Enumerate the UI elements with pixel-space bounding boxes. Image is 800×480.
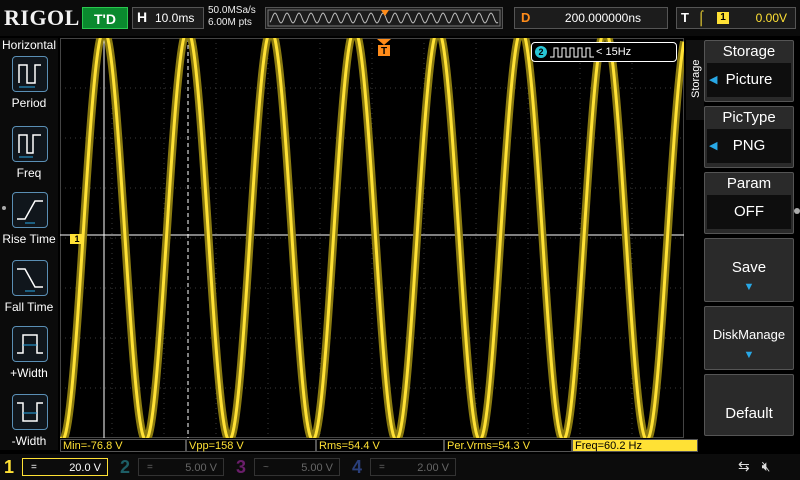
memory-depth: 6.00M pts — [208, 17, 252, 28]
menu-item-fall-time[interactable]: Fall Time — [0, 260, 58, 326]
svg-text:T: T — [381, 46, 387, 57]
measurement-vpp[interactable]: Vpp=158 V — [186, 439, 316, 452]
menu-item-label: +Width — [10, 366, 48, 380]
param-title: Param — [726, 175, 772, 192]
channel-2-scale: 5.00 V — [185, 462, 217, 474]
ch1-offset-marker[interactable]: 1 — [70, 234, 84, 244]
channel-1-settings: = 20.0 V — [22, 458, 108, 476]
horizontal-label: H — [137, 9, 148, 25]
param-selector[interactable]: Param OFF — [704, 172, 794, 234]
left-menu-title: Horizontal — [1, 38, 57, 52]
coupling-icon: = — [147, 462, 153, 473]
sample-rate: 50.0MSa/s — [208, 5, 256, 16]
pulse-train-icon — [550, 47, 594, 58]
channel-3-tab[interactable]: 3 ~ 5.00 V — [232, 455, 344, 479]
menu-item-label: -Width — [11, 434, 47, 448]
memory-overview-bar[interactable] — [265, 7, 503, 29]
trigger-indicator[interactable]: T ⌠ 1 0.00V — [676, 7, 796, 29]
ch2-badge: 2 — [535, 46, 547, 58]
ch2-frequency-counter: 2 < 15Hz — [531, 42, 677, 62]
menu-item-label: Fall Time — [4, 300, 54, 314]
channel-3-number: 3 — [236, 457, 247, 477]
ch2-counter-text: < 15Hz — [596, 46, 632, 58]
trigger-level: 0.00V — [755, 11, 787, 25]
channel-1-tab[interactable]: 1 = 20.0 V — [0, 455, 112, 479]
chevron-down-icon: ▼ — [743, 349, 755, 361]
storage-tab-label: Storage — [690, 59, 702, 98]
waveform-display[interactable] — [60, 38, 684, 438]
default-button[interactable]: Default — [704, 374, 794, 436]
negative-width-icon — [12, 394, 48, 430]
disk-manage-button[interactable]: DiskManage ▼ — [704, 306, 794, 370]
frequency-icon — [12, 126, 48, 162]
storage-tab[interactable]: Storage — [686, 40, 704, 120]
rising-edge-icon: ⌠ — [697, 9, 706, 25]
menu-item-period[interactable]: Period — [0, 56, 58, 122]
coupling-icon: = — [31, 462, 37, 473]
channel-3-settings: ~ 5.00 V — [254, 458, 340, 476]
menu-item-label: Rise Time — [2, 232, 56, 246]
coupling-icon: = — [379, 462, 385, 473]
horizontal-timebase-indicator[interactable]: H 10.0ms — [132, 7, 204, 29]
channel-4-tab[interactable]: 4 = 2.00 V — [348, 455, 460, 479]
storage-value: Picture — [707, 63, 791, 97]
delay-label: D — [521, 10, 531, 25]
channel-4-scale: 2.00 V — [417, 462, 449, 474]
left-arrow-icon: ◀ — [709, 140, 718, 152]
timebase-value: 10.0ms — [155, 11, 195, 25]
fall-time-icon — [12, 260, 48, 296]
positive-width-icon — [12, 326, 48, 362]
chevron-down-icon: ▼ — [743, 281, 755, 293]
menu-item-label: Period — [11, 96, 47, 110]
page-indicator-dot — [794, 208, 800, 214]
save-label: Save — [731, 259, 767, 276]
speaker-muted-icon[interactable]: 🔇︎ — [762, 458, 771, 474]
channel-2-number: 2 — [120, 457, 131, 477]
pictype-value: PNG — [707, 129, 791, 163]
menu-item-positive-width[interactable]: +Width — [0, 326, 58, 392]
measurement-min[interactable]: Min=-76.8 V — [60, 439, 186, 452]
measurement-rms[interactable]: Rms=54.4 V — [316, 439, 444, 452]
channel-3-scale: 5.00 V — [301, 462, 333, 474]
measurement-bar: Min=-76.8 V Vpp=158 V Rms=54.4 V Per.Vrm… — [60, 439, 700, 453]
param-value: OFF — [707, 195, 791, 229]
waveform-grid — [60, 38, 684, 438]
save-button[interactable]: Save ▼ — [704, 238, 794, 302]
run-status-badge[interactable]: T'D — [82, 7, 128, 29]
channel-1-scale: 20.0 V — [69, 462, 101, 474]
channel-4-settings: = 2.00 V — [370, 458, 456, 476]
menu-item-label: Freq — [16, 166, 42, 180]
period-icon — [12, 56, 48, 92]
memory-waveform-preview — [267, 9, 501, 27]
usb-icon: ⇆ — [738, 458, 750, 474]
storage-selector[interactable]: Storage Picture ◀ — [704, 40, 794, 102]
rise-time-icon — [12, 192, 48, 228]
menu-item-negative-width[interactable]: -Width — [0, 394, 58, 460]
channel-2-tab[interactable]: 2 = 5.00 V — [116, 455, 228, 479]
brand-logo: RIGOL — [4, 5, 80, 30]
coupling-icon: ~ — [263, 462, 269, 473]
trigger-source-badge: 1 — [717, 12, 729, 24]
pictype-title: PicType — [722, 109, 776, 126]
page-indicator-dot — [2, 206, 6, 210]
menu-item-rise-time[interactable]: Rise Time — [0, 192, 58, 258]
storage-title: Storage — [722, 43, 776, 60]
acquisition-info: 50.0MSa/s 6.00M pts — [208, 5, 264, 29]
default-label: Default — [725, 405, 773, 422]
trigger-label: T — [681, 10, 689, 25]
trigger-position-marker[interactable]: T — [376, 39, 392, 62]
delay-indicator[interactable]: D 200.000000ns — [514, 7, 668, 29]
measurement-freq[interactable]: Freq=60.2 Hz — [572, 439, 698, 452]
delay-value: 200.000000ns — [564, 11, 641, 25]
channel-4-number: 4 — [352, 457, 363, 477]
status-icons: ⇆ 🔇︎ — [738, 458, 798, 478]
left-arrow-icon: ◀ — [709, 74, 718, 86]
channel-1-number: 1 — [4, 457, 15, 477]
menu-item-freq[interactable]: Freq — [0, 126, 58, 192]
pictype-selector[interactable]: PicType PNG ◀ — [704, 106, 794, 168]
measurement-per-vrms[interactable]: Per.Vrms=54.3 V — [444, 439, 572, 452]
disk-manage-label: DiskManage — [712, 327, 786, 342]
channel-2-settings: = 5.00 V — [138, 458, 224, 476]
